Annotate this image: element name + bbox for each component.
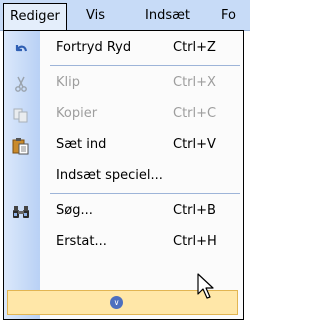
menu-bar: Rediger Vis Indsæt Fo: [0, 0, 250, 31]
menu-separator: [50, 193, 240, 194]
cut-icon: [12, 75, 30, 93]
menu-item-replace[interactable]: Erstat... Ctrl+H: [4, 227, 243, 258]
menu-item-label: Fortryd Ryd: [56, 40, 132, 55]
menu-item-label: Indsæt speciel...: [56, 168, 163, 183]
mouse-pointer-icon: [197, 273, 214, 299]
copy-icon: [12, 106, 30, 124]
double-chevron-down-icon: ∨: [110, 296, 123, 309]
menu-item-find[interactable]: Søg... Ctrl+B: [4, 196, 243, 227]
menu-indsaet[interactable]: Indsæt: [145, 8, 190, 23]
menu-separator: [50, 65, 240, 66]
menu-item-cut[interactable]: Klip Ctrl+X: [4, 68, 243, 99]
menu-item-label: Kopier: [56, 106, 98, 121]
paste-icon: [12, 137, 30, 155]
undo-icon: [12, 40, 30, 58]
menu-item-label: Søg...: [56, 203, 93, 218]
menu-item-label: Klip: [56, 75, 81, 90]
menu-vis[interactable]: Vis: [86, 8, 105, 23]
menu-item-shortcut: Ctrl+V: [173, 137, 216, 152]
menu-item-undo[interactable]: Fortryd Ryd Ctrl+Z: [4, 33, 243, 64]
menu-item-copy[interactable]: Kopier Ctrl+C: [4, 99, 243, 130]
menu-item-paste[interactable]: Sæt ind Ctrl+V: [4, 130, 243, 161]
menu-format[interactable]: Fo: [221, 8, 236, 23]
menu-item-shortcut: Ctrl+H: [173, 234, 217, 249]
binoculars-icon: [12, 203, 30, 221]
menu-rediger[interactable]: Rediger: [3, 3, 67, 30]
menu-item-label: Erstat...: [56, 234, 107, 249]
document-area: [0, 320, 250, 336]
menu-item-shortcut: Ctrl+C: [173, 106, 217, 121]
menu-item-label: Sæt ind: [56, 137, 107, 152]
menu-item-shortcut: Ctrl+X: [173, 75, 216, 90]
menu-item-shortcut: Ctrl+Z: [173, 40, 216, 55]
menu-item-shortcut: Ctrl+B: [173, 203, 216, 218]
menu-item-paste-special[interactable]: Indsæt speciel...: [4, 161, 243, 192]
